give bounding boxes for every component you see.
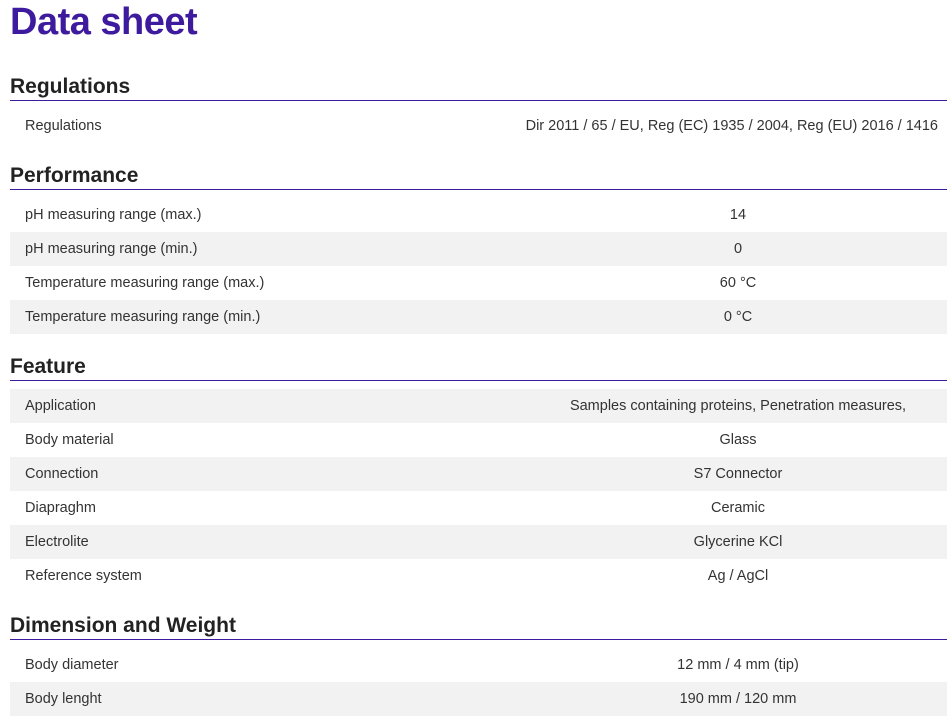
spec-label: pH measuring range (min.) — [25, 241, 198, 257]
section-performance: Performance pH measuring range (max.) 14… — [10, 163, 947, 334]
spec-row: Body lenght 190 mm / 120 mm — [10, 682, 947, 716]
spec-row: Temperature measuring range (min.) 0 °C — [10, 300, 947, 334]
spec-row: Application Samples containing proteins,… — [10, 389, 947, 423]
spec-value: 0 °C — [723, 309, 753, 325]
spec-row: Temperature measuring range (max.) 60 °C — [10, 266, 947, 300]
spec-label: Application — [25, 398, 96, 414]
section-feature: Feature Application Samples containing p… — [10, 354, 947, 593]
spec-label: Electrolite — [25, 534, 89, 550]
section-heading: Performance — [10, 163, 947, 190]
spec-value: Samples containing proteins, Penetration… — [569, 398, 907, 414]
section-heading: Feature — [10, 354, 947, 381]
spec-value: 190 mm / 120 mm — [679, 691, 797, 707]
spec-value: Ag / AgCl — [707, 568, 769, 584]
spec-row: pH measuring range (min.) 0 — [10, 232, 947, 266]
spec-value: 12 mm / 4 mm (tip) — [677, 657, 799, 673]
page-title: Data sheet — [10, 1, 198, 43]
spec-row: pH measuring range (max.) 14 — [10, 198, 947, 232]
spec-label: Temperature measuring range (max.) — [25, 275, 265, 291]
spec-value: Dir 2011 / 65 / EU, Reg (EC) 1935 / 2004… — [525, 118, 938, 134]
spec-label: Connection — [25, 466, 99, 482]
spec-value: 14 — [729, 207, 747, 223]
spec-value: Glycerine KCl — [693, 534, 783, 550]
section-regulations: Regulations Regulations Dir 2011 / 65 / … — [10, 74, 947, 143]
section-heading: Regulations — [10, 74, 947, 101]
spec-table: Application Samples containing proteins,… — [10, 389, 947, 593]
spec-row: Electrolite Glycerine KCl — [10, 525, 947, 559]
spec-value: Ceramic — [711, 500, 765, 516]
spec-label: Body material — [25, 432, 114, 448]
spec-table: Body diameter 12 mm / 4 mm (tip) Body le… — [10, 648, 947, 716]
spec-table: Regulations Dir 2011 / 65 / EU, Reg (EC)… — [10, 109, 947, 143]
spec-label: pH measuring range (max.) — [25, 207, 202, 223]
spec-label: Regulations — [25, 118, 102, 134]
section-heading: Dimension and Weight — [10, 613, 947, 640]
spec-label: Reference system — [25, 568, 142, 584]
spec-value: S7 Connector — [693, 466, 783, 482]
spec-label: Diapraghm — [25, 500, 96, 516]
spec-table: pH measuring range (max.) 14 pH measurin… — [10, 198, 947, 334]
spec-row: Regulations Dir 2011 / 65 / EU, Reg (EC)… — [10, 109, 947, 143]
section-dimension-weight: Dimension and Weight Body diameter 12 mm… — [10, 613, 947, 716]
spec-value: 60 °C — [719, 275, 757, 291]
spec-value: 0 — [733, 241, 743, 257]
spec-value: Glass — [719, 432, 757, 448]
spec-label: Body diameter — [25, 657, 119, 673]
spec-row: Connection S7 Connector — [10, 457, 947, 491]
spec-row: Body material Glass — [10, 423, 947, 457]
spec-label: Body lenght — [25, 691, 102, 707]
spec-row: Reference system Ag / AgCl — [10, 559, 947, 593]
spec-row: Body diameter 12 mm / 4 mm (tip) — [10, 648, 947, 682]
spec-label: Temperature measuring range (min.) — [25, 309, 261, 325]
spec-row: Diapraghm Ceramic — [10, 491, 947, 525]
